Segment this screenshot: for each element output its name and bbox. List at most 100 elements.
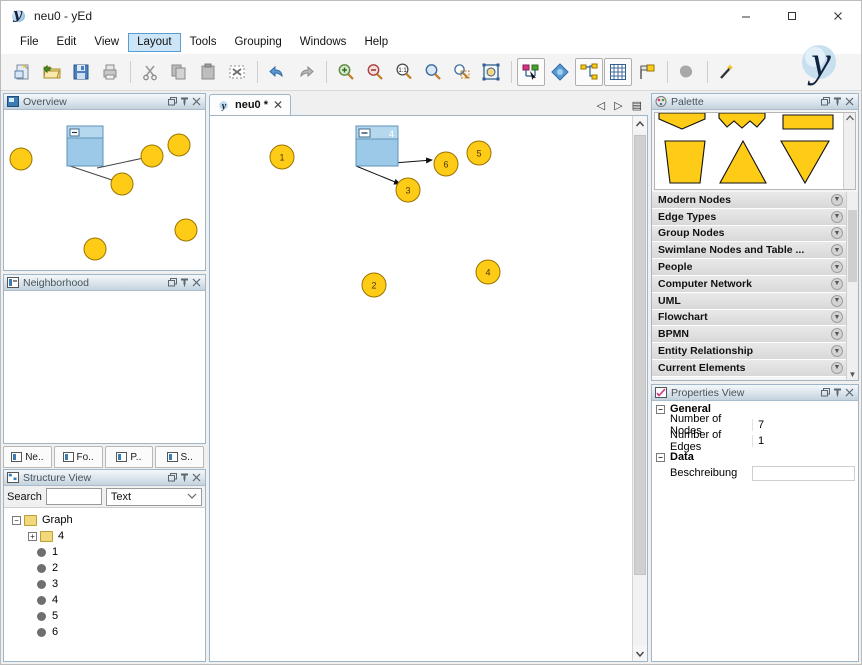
palette-section-flowchart[interactable]: Flowchart ▼ xyxy=(652,310,846,327)
copy-icon[interactable] xyxy=(165,58,193,86)
restore-icon[interactable] xyxy=(168,97,177,106)
tab-next-icon[interactable]: ▷ xyxy=(614,99,622,112)
palette-section-edge-types[interactable]: Edge Types ▼ xyxy=(652,209,846,226)
menu-view[interactable]: View xyxy=(85,33,128,52)
fit-content-icon[interactable] xyxy=(419,58,447,86)
restore-icon[interactable] xyxy=(168,278,177,287)
property-value-input[interactable] xyxy=(752,466,855,481)
cut-scissors-icon[interactable] xyxy=(136,58,164,86)
properties-list[interactable]: − General Number of Nodes 7 Number of Ed… xyxy=(652,401,858,661)
tree-row[interactable]: 4 xyxy=(10,592,205,608)
palette-scroll-down-icon[interactable]: ▼ xyxy=(847,370,858,379)
zoom-in-icon[interactable] xyxy=(332,58,360,86)
select-pointer-icon[interactable] xyxy=(517,58,545,86)
tree-row[interactable]: + 4 xyxy=(10,528,205,544)
palette-section-bpmn[interactable]: BPMN ▼ xyxy=(652,326,846,343)
chevron-down-icon[interactable]: ▼ xyxy=(831,194,843,206)
property-row-beschreibung[interactable]: Beschreibung xyxy=(652,465,858,481)
scroll-thumb[interactable] xyxy=(634,135,646,575)
tree-row[interactable]: 5 xyxy=(10,608,205,624)
search-filter-select[interactable]: Text xyxy=(106,488,202,506)
save-icon[interactable] xyxy=(67,58,95,86)
fit-selection-icon[interactable] xyxy=(477,58,505,86)
palette-scrollbar[interactable]: ▼ xyxy=(846,192,858,380)
scroll-track[interactable] xyxy=(633,131,647,646)
palette-section-swimlane[interactable]: Swimlane Nodes and Table ... ▼ xyxy=(652,242,846,259)
zoom-out-icon[interactable] xyxy=(361,58,389,86)
palette-section-modern-nodes[interactable]: Modern Nodes ▼ xyxy=(652,192,846,209)
delete-icon[interactable] xyxy=(223,58,251,86)
menu-help[interactable]: Help xyxy=(355,33,397,52)
node-label-icon[interactable] xyxy=(633,58,661,86)
group-toggle-icon[interactable]: − xyxy=(656,453,665,462)
tab-neighborhood[interactable]: Ne.. xyxy=(3,446,52,468)
close-icon[interactable] xyxy=(192,97,201,106)
new-document-icon[interactable] xyxy=(9,58,37,86)
chevron-down-icon[interactable]: ▼ xyxy=(831,278,843,290)
chevron-down-icon[interactable]: ▼ xyxy=(831,295,843,307)
tab-prev-icon[interactable]: ◁ xyxy=(597,99,605,112)
pin-icon[interactable] xyxy=(833,97,842,106)
minimize-button[interactable] xyxy=(723,1,769,31)
canvas-vertical-scrollbar[interactable] xyxy=(632,116,647,661)
tree-row[interactable]: 2 xyxy=(10,560,205,576)
undo-icon[interactable] xyxy=(263,58,291,86)
close-icon[interactable] xyxy=(192,473,201,482)
menu-file[interactable]: File xyxy=(11,33,48,52)
pin-icon[interactable] xyxy=(180,97,189,106)
pin-icon[interactable] xyxy=(180,473,189,482)
tree-row[interactable]: 1 xyxy=(10,544,205,560)
paste-icon[interactable] xyxy=(194,58,222,86)
chevron-down-icon[interactable]: ▼ xyxy=(831,244,843,256)
tree-row[interactable]: 3 xyxy=(10,576,205,592)
structure-tree[interactable]: − Graph + 4 1 xyxy=(4,508,205,661)
chevron-down-icon[interactable]: ▼ xyxy=(831,211,843,223)
print-icon[interactable] xyxy=(96,58,124,86)
tree-toggle-icon[interactable]: − xyxy=(12,516,21,525)
palette-section-uml[interactable]: UML ▼ xyxy=(652,293,846,310)
tree-row[interactable]: − Graph xyxy=(10,512,205,528)
restore-icon[interactable] xyxy=(821,97,830,106)
magic-wand-icon[interactable] xyxy=(713,58,741,86)
tree-toggle-icon[interactable]: + xyxy=(28,532,37,541)
open-folder-icon[interactable] xyxy=(38,58,66,86)
navigation-mode-icon[interactable] xyxy=(546,58,574,86)
document-tab-neu0[interactable]: y neu0 * ✕ xyxy=(209,94,291,115)
tab-palette[interactable]: P.. xyxy=(105,446,154,468)
overview-canvas[interactable] xyxy=(4,110,205,270)
redo-icon[interactable] xyxy=(292,58,320,86)
palette-section-group-nodes[interactable]: Group Nodes ▼ xyxy=(652,226,846,243)
hierarchic-layout-icon[interactable] xyxy=(575,58,603,86)
menu-tools[interactable]: Tools xyxy=(181,33,226,52)
close-icon[interactable] xyxy=(845,97,854,106)
close-icon[interactable] xyxy=(845,388,854,397)
restore-icon[interactable] xyxy=(168,473,177,482)
search-input[interactable] xyxy=(46,488,102,505)
neighborhood-canvas[interactable] xyxy=(4,291,205,443)
chevron-down-icon[interactable]: ▼ xyxy=(831,362,843,374)
zoom-original-icon[interactable]: 1:1 xyxy=(390,58,418,86)
zoom-area-icon[interactable] xyxy=(448,58,476,86)
palette-section-entity-relationship[interactable]: Entity Relationship ▼ xyxy=(652,343,846,360)
maximize-button[interactable] xyxy=(769,1,815,31)
menu-grouping[interactable]: Grouping xyxy=(225,33,290,52)
palette-scroll-thumb[interactable] xyxy=(848,210,857,282)
close-icon[interactable] xyxy=(192,278,201,287)
pin-icon[interactable] xyxy=(180,278,189,287)
palette-shapes[interactable] xyxy=(655,113,843,189)
graph-canvas[interactable]: 4 1 2 3 4 5 6 xyxy=(210,116,632,661)
palette-section-current-elements[interactable]: Current Elements ▼ xyxy=(652,360,846,377)
chevron-down-icon[interactable]: ▼ xyxy=(831,328,843,340)
shadow-icon[interactable] xyxy=(673,58,701,86)
palette-shape-preview[interactable] xyxy=(654,112,856,190)
menu-layout[interactable]: Layout xyxy=(128,33,181,52)
menu-windows[interactable]: Windows xyxy=(291,33,356,52)
menu-edit[interactable]: Edit xyxy=(48,33,86,52)
tree-row[interactable]: 6 xyxy=(10,624,205,640)
palette-preview-scrollbar[interactable] xyxy=(843,113,855,189)
scroll-down-icon[interactable] xyxy=(633,646,647,661)
close-button[interactable] xyxy=(815,1,861,31)
document-tab-close-icon[interactable]: ✕ xyxy=(273,98,283,112)
pin-icon[interactable] xyxy=(833,388,842,397)
tab-folder[interactable]: Fo.. xyxy=(54,446,103,468)
